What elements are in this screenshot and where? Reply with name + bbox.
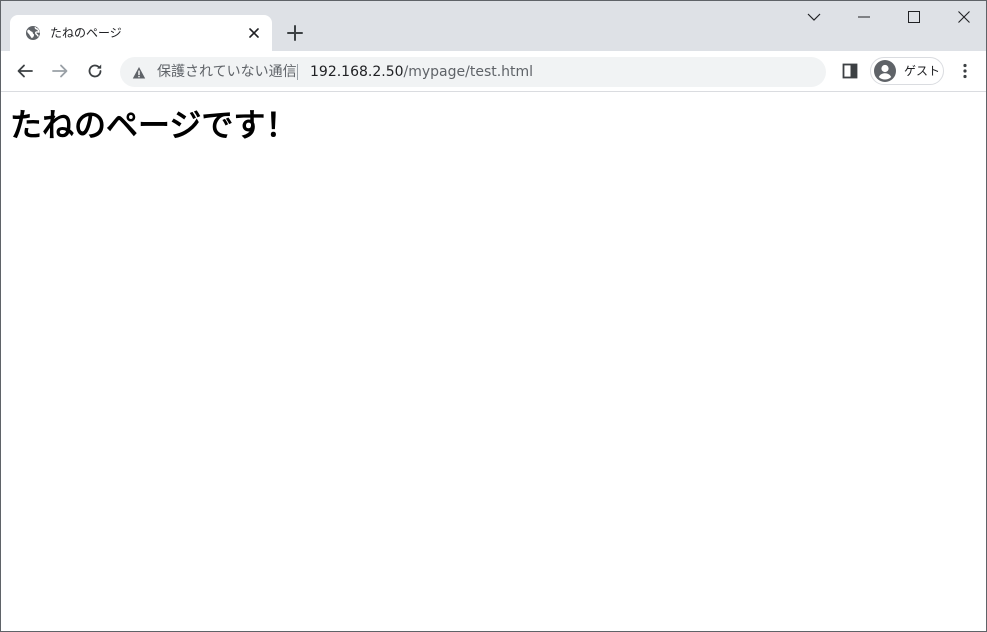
maximize-icon (908, 11, 920, 23)
back-button[interactable] (11, 57, 39, 85)
tab-title: たねのページ (50, 26, 122, 40)
page-content: たねのページです！ (1, 92, 986, 631)
new-tab-button[interactable] (284, 22, 306, 44)
menu-button[interactable] (951, 57, 979, 85)
chevron-down-icon (807, 13, 821, 21)
tab-search-button[interactable] (791, 1, 837, 33)
url-text[interactable]: 192.168.2.50/mypage/test.html (310, 64, 533, 80)
browser-toolbar: 保護されていない通信 192.168.2.50/mypage/test.html… (1, 51, 986, 92)
arrow-right-icon (52, 64, 68, 78)
security-status-label[interactable]: 保護されていない通信 (157, 64, 297, 80)
page-heading: たねのページです！ (10, 106, 298, 144)
globe-icon (25, 25, 41, 41)
side-panel-icon (842, 63, 858, 79)
url-path: /mypage/test.html (403, 64, 534, 80)
account-icon (874, 60, 896, 82)
omnibox-divider (297, 64, 298, 80)
plus-icon (287, 25, 303, 41)
minimize-icon (858, 16, 870, 18)
side-panel-button[interactable] (836, 57, 864, 85)
avatar (874, 60, 896, 82)
warning-icon[interactable] (132, 65, 146, 79)
browser-window: たねのページ 保護されていない通信 192.168.2.50/mypage/te… (0, 0, 987, 632)
reload-button[interactable] (81, 57, 109, 85)
maximize-button[interactable] (891, 1, 937, 33)
reload-icon (88, 64, 102, 78)
profile-label: ゲスト (904, 64, 941, 78)
profile-button[interactable]: ゲスト (870, 57, 944, 85)
url-host: 192.168.2.50 (310, 64, 404, 80)
tab-strip: たねのページ (1, 1, 986, 51)
minimize-button[interactable] (841, 1, 887, 33)
close-icon (958, 11, 970, 23)
window-close-button[interactable] (941, 1, 986, 33)
kebab-menu-icon (963, 63, 967, 79)
arrow-left-icon (17, 64, 33, 78)
close-icon[interactable] (246, 25, 262, 41)
address-bar[interactable]: 保護されていない通信 192.168.2.50/mypage/test.html (120, 57, 826, 87)
forward-button[interactable] (46, 57, 74, 85)
tab-active[interactable]: たねのページ (10, 15, 272, 51)
